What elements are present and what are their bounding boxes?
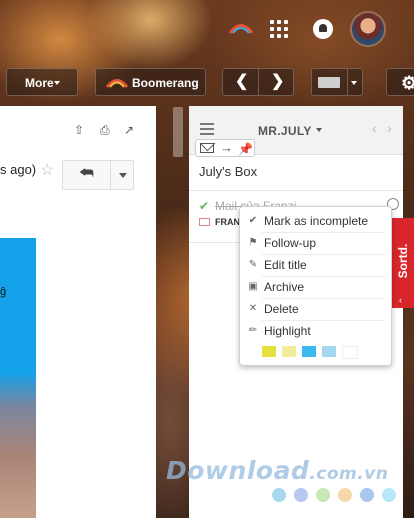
archive-icon: ▣	[248, 281, 258, 292]
scrollbar-thumb[interactable]	[173, 107, 183, 157]
highlight-swatch-blue[interactable]	[302, 346, 316, 357]
apps-grid-icon[interactable]	[270, 20, 288, 38]
watermark-dot	[382, 488, 396, 502]
chevron-down-icon[interactable]	[316, 128, 322, 132]
arrow-right-icon[interactable]: →	[220, 140, 233, 156]
email-embedded-image: ĝ	[0, 238, 36, 518]
keyboard-icon	[318, 77, 340, 88]
board-title[interactable]: MR.JULY	[258, 124, 312, 138]
sortd-header: MR.JULY ‹ › → 📌	[189, 106, 403, 157]
more-options-caret-icon[interactable]	[119, 173, 127, 178]
menu-item-archive[interactable]: ▣ Archive	[240, 277, 391, 299]
more-button-label: More	[25, 76, 54, 90]
menu-item-highlight[interactable]: ✏ Highlight	[240, 321, 391, 343]
pencil-icon: ✎	[248, 259, 258, 270]
highlight-swatch-yellow[interactable]	[262, 346, 276, 357]
email-timestamp: s ago)	[0, 162, 37, 177]
divider	[258, 69, 259, 95]
watermark-brand: Download	[166, 456, 310, 485]
divider	[189, 190, 403, 191]
menu-item-delete[interactable]: ✕ Delete	[240, 299, 391, 321]
notifications-bell-icon[interactable]	[313, 19, 333, 39]
menu-item-mark-incomplete[interactable]: ✔ Mark as incomplete	[240, 211, 391, 233]
list-title[interactable]: July's Box	[199, 164, 257, 179]
highlighter-icon: ✏	[248, 325, 258, 336]
boomerang-icon	[106, 79, 128, 88]
download-watermark: Download.com.vn	[166, 456, 388, 485]
newer-older-nav: ❮ ❯	[222, 68, 294, 96]
menu-item-label: Archive	[264, 280, 305, 294]
new-window-icon[interactable]: ↗	[124, 124, 136, 136]
menu-item-label: Mark as incomplete	[264, 214, 369, 228]
input-tools-button[interactable]	[311, 68, 363, 96]
sortd-tab-label: Sortd.	[396, 243, 410, 279]
boomerang-logo-icon[interactable]	[229, 22, 253, 34]
highlight-swatch-light-blue[interactable]	[322, 346, 336, 357]
chevron-down-icon[interactable]	[351, 81, 357, 85]
chevron-down-icon	[54, 81, 60, 85]
image-fragment: ĝ	[0, 286, 7, 298]
watermark-dot	[294, 488, 308, 502]
chevron-left-icon[interactable]: ‹	[372, 120, 377, 136]
archive-up-icon[interactable]: ⇧	[74, 124, 86, 136]
envelope-icon[interactable]	[200, 143, 214, 153]
menu-item-edit-title[interactable]: ✎ Edit title	[240, 255, 391, 277]
avatar[interactable]	[352, 13, 384, 45]
chevron-left-icon: ‹	[399, 295, 402, 305]
watermark-dot	[338, 488, 352, 502]
highlight-swatch-white[interactable]	[342, 346, 358, 359]
watermark-dots	[272, 488, 402, 504]
gear-icon: ⚙	[401, 73, 414, 93]
menu-item-follow-up[interactable]: ⚑ Follow-up	[240, 233, 391, 255]
email-task-tools: → 📌	[195, 139, 255, 157]
check-icon: ✔	[248, 215, 258, 226]
star-icon[interactable]: ☆	[40, 160, 54, 180]
highlight-swatch-light-yellow[interactable]	[282, 346, 296, 357]
menu-item-label: Follow-up	[264, 236, 317, 250]
chevron-right-icon[interactable]: ›	[387, 120, 392, 136]
sortd-tab[interactable]: Sortd. ‹	[392, 218, 414, 308]
chevron-left-icon[interactable]: ❮	[235, 74, 248, 90]
divider	[110, 161, 111, 189]
hamburger-menu-icon[interactable]	[200, 123, 214, 135]
watermark-domain: .com.vn	[309, 464, 389, 484]
task-context-menu: ✔ Mark as incomplete ⚑ Follow-up ✎ Edit …	[239, 206, 392, 366]
mail-icon	[199, 218, 210, 226]
settings-button[interactable]: ⚙	[386, 68, 414, 96]
task-sender: FRAN	[215, 217, 240, 227]
flag-icon: ⚑	[248, 237, 258, 248]
reply-icon[interactable]: ⮪	[79, 165, 94, 183]
more-button[interactable]: More	[6, 68, 78, 96]
x-icon: ✕	[248, 303, 258, 314]
boomerang-button[interactable]: Boomerang	[95, 68, 206, 96]
watermark-dot	[316, 488, 330, 502]
check-icon: ✔	[199, 199, 210, 213]
chevron-right-icon[interactable]: ❯	[271, 74, 284, 90]
email-view-panel: ⇧ ⎙ ↗ s ago) ☆ ⮪ ĝ	[0, 106, 156, 518]
menu-item-label: Delete	[264, 302, 299, 316]
email-action-icons: ⇧ ⎙ ↗	[74, 124, 144, 138]
print-icon[interactable]: ⎙	[100, 124, 112, 136]
menu-item-label: Highlight	[264, 324, 311, 338]
watermark-dot	[272, 488, 286, 502]
pin-icon[interactable]: 📌	[238, 141, 253, 157]
watermark-dot	[360, 488, 374, 502]
menu-item-label: Edit title	[264, 258, 307, 272]
boomerang-button-label: Boomerang	[132, 76, 199, 90]
top-bar	[0, 0, 414, 60]
reply-button-group: ⮪	[62, 160, 134, 190]
divider	[347, 69, 348, 95]
